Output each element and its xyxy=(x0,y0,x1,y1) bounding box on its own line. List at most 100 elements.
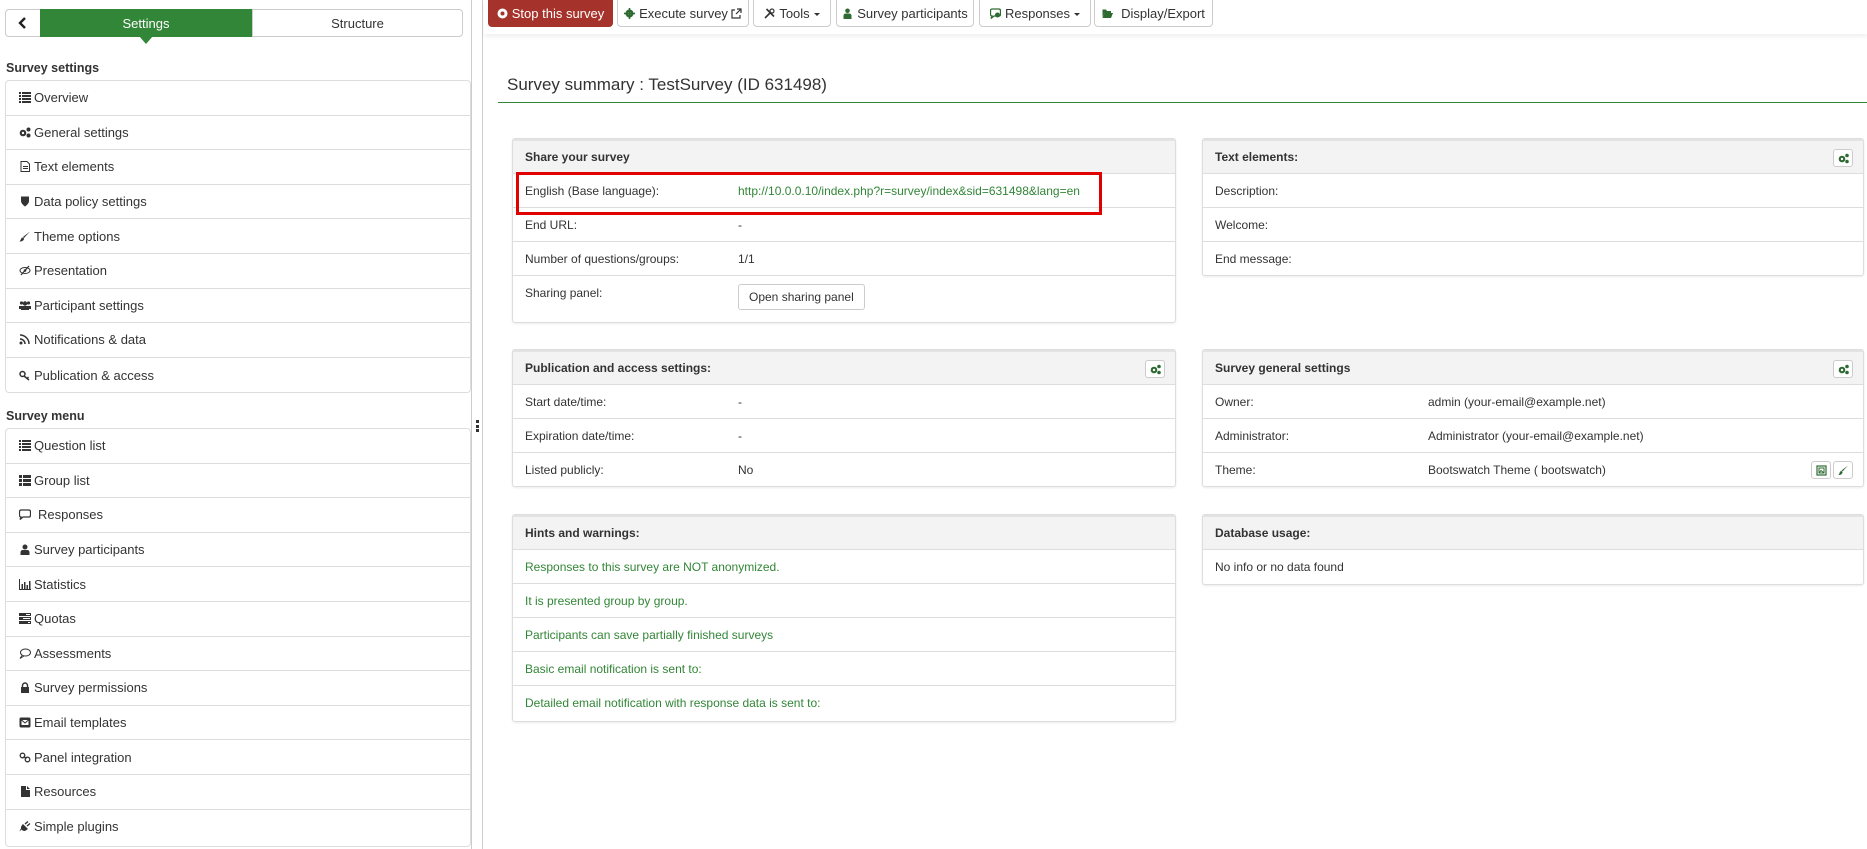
sidebar-item-email-templates[interactable]: Email templates xyxy=(6,706,470,741)
sidebar-item-label: Survey permissions xyxy=(34,680,148,696)
sidebar-tabs: Settings Structure xyxy=(5,9,463,44)
panel-title: Survey general settings xyxy=(1215,361,1351,375)
sidebar-item-participant-settings[interactable]: Participant settings xyxy=(6,289,470,324)
stop-survey-button[interactable]: Stop this survey xyxy=(488,0,613,27)
row-value: No xyxy=(738,463,754,477)
survey-participants-button[interactable]: Survey participants xyxy=(836,0,974,27)
file-text-icon xyxy=(18,161,32,173)
chevron-left-icon xyxy=(18,17,26,29)
sidebar-item-label: Quotas xyxy=(34,611,76,627)
responses-icon xyxy=(989,7,1001,19)
sidebar-item-survey-permissions[interactable]: Survey permissions xyxy=(6,671,470,706)
open-sharing-panel-button[interactable]: Open sharing panel xyxy=(738,284,865,310)
caret-down-icon xyxy=(1074,12,1081,16)
sidebar-item-label: Overview xyxy=(34,90,89,106)
text-elements-panel: Text elements: Description: Welcome: End… xyxy=(1202,138,1864,276)
text-row-description: Description: xyxy=(1203,174,1863,208)
survey-settings-heading: Survey settings xyxy=(6,61,100,75)
sidebar-item-quotas[interactable]: Quotas xyxy=(6,602,470,637)
users-icon xyxy=(18,299,32,311)
sidebar-item-notifications[interactable]: Notifications & data xyxy=(6,323,470,358)
user-icon xyxy=(18,544,32,556)
sidebar-item-panel-integration[interactable]: Panel integration xyxy=(6,740,470,775)
tasks-icon xyxy=(18,613,32,625)
survey-toolbar: Stop this survey Execute survey Tools Su… xyxy=(484,0,1867,34)
sidebar-item-publication-access[interactable]: Publication & access xyxy=(6,358,470,393)
picture-icon xyxy=(1815,464,1827,476)
sidebar-item-overview[interactable]: Overview xyxy=(6,81,470,116)
sidebar-item-responses[interactable]: Responses xyxy=(6,498,470,533)
sidebar-item-general-settings[interactable]: General settings xyxy=(6,116,470,151)
share-row-end-url: End URL: - xyxy=(513,208,1175,242)
title-divider xyxy=(498,102,1867,103)
row-label: Owner: xyxy=(1215,394,1254,409)
tab-settings[interactable]: Settings xyxy=(40,9,252,44)
sidebar-item-label: Responses xyxy=(38,507,104,523)
sidebar-item-presentation[interactable]: Presentation xyxy=(6,254,470,289)
sidebar-item-theme-options[interactable]: Theme options xyxy=(6,219,470,254)
row-value: admin (your-email@example.net) xyxy=(1428,394,1606,409)
execute-survey-button[interactable]: Execute survey xyxy=(617,0,749,27)
survey-url-link[interactable]: http://10.0.0.10/index.php?r=survey/inde… xyxy=(738,184,1175,198)
comment-o-icon xyxy=(18,647,32,659)
bar-chart-icon xyxy=(18,578,32,590)
sidebar-item-survey-participants[interactable]: Survey participants xyxy=(6,533,470,568)
gears-icon xyxy=(1838,364,1849,374)
general-row-administrator: Administrator: Administrator (your-email… xyxy=(1203,419,1863,453)
page-title: Survey summary : TestSurvey (ID 631498) xyxy=(507,75,827,94)
responses-dropdown-button[interactable]: Responses xyxy=(979,0,1091,27)
hint-row: It is presented group by group. xyxy=(513,584,1175,618)
share-survey-panel: Share your survey English (Base language… xyxy=(512,138,1176,323)
sidebar-resize-bar[interactable] xyxy=(471,0,483,849)
panel-title: Database usage: xyxy=(1203,515,1863,550)
stop-survey-label: Stop this survey xyxy=(511,5,605,21)
sidebar-item-assessments[interactable]: Assessments xyxy=(6,637,470,672)
row-value: Administrator (your-email@example.net) xyxy=(1428,428,1644,443)
sidebar-item-resources[interactable]: Resources xyxy=(6,775,470,810)
sidebar-item-label: Theme options xyxy=(34,228,120,244)
tools-icon xyxy=(764,7,775,19)
theme-preview-button[interactable] xyxy=(1811,461,1831,479)
drag-handle-icon[interactable] xyxy=(476,420,479,432)
sidebar-item-label: Participant settings xyxy=(34,297,144,313)
rss-icon xyxy=(18,334,32,346)
sidebar-item-text-elements[interactable]: Text elements xyxy=(6,150,470,185)
theme-edit-button[interactable] xyxy=(1833,461,1853,479)
gears-icon xyxy=(1838,153,1849,163)
sidebar-item-label: Notifications & data xyxy=(34,332,147,348)
row-label: End message: xyxy=(1215,252,1292,266)
panel-title: Hints and warnings: xyxy=(513,515,1175,550)
panel-title: Share your survey xyxy=(513,139,1175,174)
text-row-welcome: Welcome: xyxy=(1203,208,1863,242)
display-export-button[interactable]: Display/Export xyxy=(1094,0,1213,27)
sidebar-item-question-list[interactable]: Question list xyxy=(6,429,470,464)
sidebar-item-label: Email templates xyxy=(34,715,127,731)
collapse-sidebar-button[interactable] xyxy=(5,9,40,37)
sidebar-item-label: Panel integration xyxy=(34,749,132,765)
share-row-sharing-panel: Sharing panel: Open sharing panel xyxy=(513,276,1175,322)
sidebar-item-label: Publication & access xyxy=(34,367,154,383)
external-link-icon xyxy=(731,7,742,19)
database-usage-panel: Database usage: No info or no data found xyxy=(1202,514,1864,585)
sidebar-item-group-list[interactable]: Group list xyxy=(6,464,470,499)
share-row-base-language: English (Base language): http://10.0.0.1… xyxy=(513,174,1175,208)
edit-publication-button[interactable] xyxy=(1145,360,1165,378)
link-icon xyxy=(18,751,32,763)
sidebar-item-data-policy[interactable]: Data policy settings xyxy=(6,185,470,220)
sidebar-item-label: Question list xyxy=(34,438,106,454)
sidebar-item-simple-plugins[interactable]: Simple plugins xyxy=(6,810,470,845)
survey-general-settings-panel: Survey general settings Owner: admin (yo… xyxy=(1202,349,1864,487)
row-label: Expiration date/time: xyxy=(525,428,635,443)
sidebar-item-statistics[interactable]: Statistics xyxy=(6,567,470,602)
sidebar-item-label: Group list xyxy=(34,472,90,488)
gears-icon xyxy=(18,126,32,138)
row-label: End URL: xyxy=(525,217,578,232)
list-icon xyxy=(18,92,32,104)
panel-header: Survey general settings xyxy=(1203,350,1863,385)
survey-settings-list: Overview General settings Text elements … xyxy=(5,80,471,393)
edit-general-settings-button[interactable] xyxy=(1833,360,1853,378)
tab-structure[interactable]: Structure xyxy=(252,9,463,37)
tools-dropdown-button[interactable]: Tools xyxy=(753,0,831,27)
key-icon xyxy=(18,369,32,381)
edit-text-elements-button[interactable] xyxy=(1833,149,1853,167)
